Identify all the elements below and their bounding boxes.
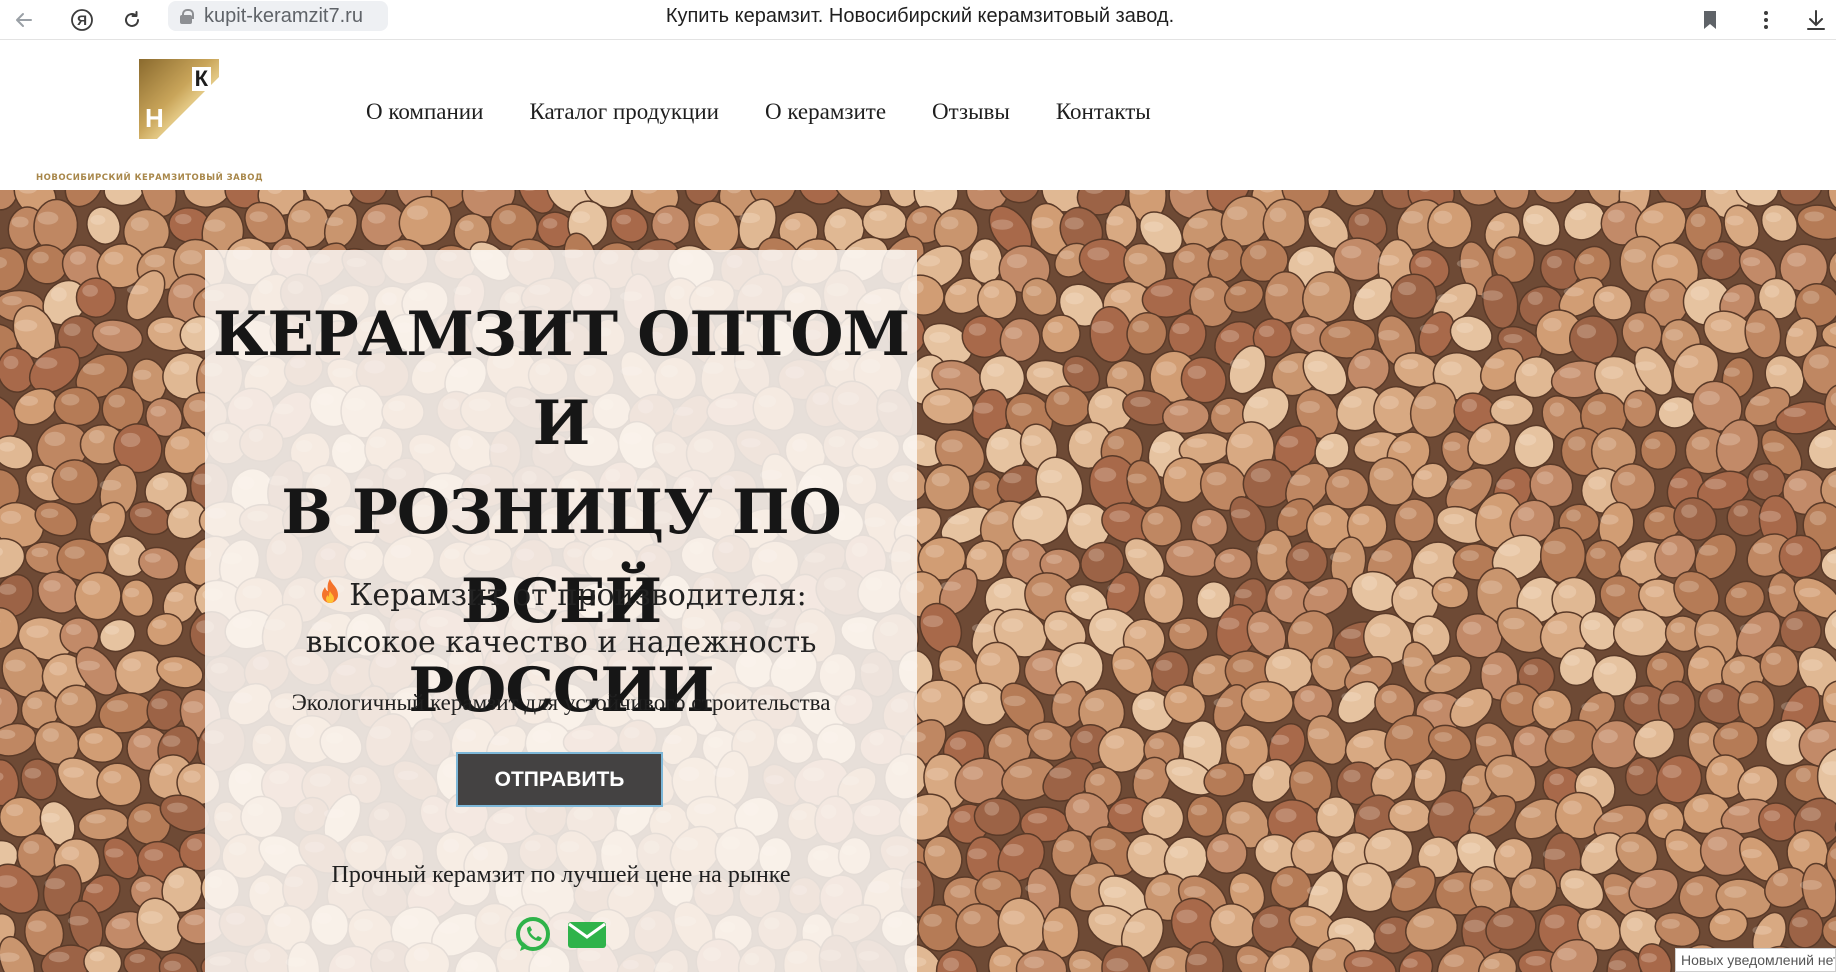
lock-icon <box>180 9 194 24</box>
hero-price-text: Прочный керамзит по лучшей цене на рынке <box>331 862 791 888</box>
yandex-icon[interactable]: Я <box>66 4 98 36</box>
hero-subtitle: Керамзит от производителя: высокое качес… <box>205 572 917 666</box>
main-nav: О компании Каталог продукции О керамзите… <box>366 99 1151 125</box>
svg-text:Я: Я <box>77 12 87 28</box>
browser-toolbar: Я kupit-keramzit7.ru Купить керамзит. Но… <box>0 0 1836 40</box>
email-icon[interactable] <box>566 914 608 956</box>
contact-icons <box>512 914 608 956</box>
hero-subtitle-line: Керамзит от производителя: <box>349 578 807 613</box>
address-bar[interactable]: kupit-keramzit7.ru <box>168 1 388 31</box>
fire-icon <box>322 579 339 603</box>
logo-letter-k: К <box>191 67 211 91</box>
send-button[interactable]: ОТПРАВИТЬ <box>456 752 663 807</box>
bookmark-icon[interactable] <box>1694 4 1726 36</box>
back-arrow-icon[interactable] <box>8 4 40 36</box>
page-title-tab: Купить керамзит. Новосибирский керамзито… <box>665 5 1175 27</box>
nav-item-about-keramzit[interactable]: О керамзите <box>765 99 886 125</box>
nav-item-reviews[interactable]: Отзывы <box>932 99 1010 125</box>
hero-subtitle-line: высокое качество и надежность <box>305 625 817 660</box>
whatsapp-icon[interactable] <box>512 914 554 956</box>
hero-title: КЕРАМЗИТ ОПТОМ И В РОЗНИЦУ ПО ВСЕЙ РОССИ… <box>205 290 917 735</box>
nav-item-contacts[interactable]: Контакты <box>1056 99 1151 125</box>
logo-letter-n: Н <box>145 103 164 133</box>
logo-caption: НОВОСИБИРСКИЙ КЕРАМЗИТОВЫЙ ЗАВОД <box>36 173 264 183</box>
url-text[interactable]: kupit-keramzit7.ru <box>204 5 363 28</box>
nav-item-catalog[interactable]: Каталог продукции <box>529 99 719 125</box>
notification-toast[interactable]: Новых уведомлений нет <box>1675 948 1836 972</box>
download-icon[interactable] <box>1800 4 1832 36</box>
site-header: К Н НОВОСИБИРСКИЙ КЕРАМЗИТОВЫЙ ЗАВОД О к… <box>0 41 1836 190</box>
hero-section: КЕРАМЗИТ ОПТОМ И В РОЗНИЦУ ПО ВСЕЙ РОССИ… <box>0 190 1836 972</box>
reload-icon[interactable] <box>116 4 148 36</box>
logo-mark: К Н <box>139 59 219 139</box>
company-logo[interactable]: К Н НОВОСИБИРСКИЙ КЕРАМЗИТОВЫЙ ЗАВОД <box>36 59 316 183</box>
nav-item-about[interactable]: О компании <box>366 99 483 125</box>
more-vertical-icon[interactable] <box>1750 4 1782 36</box>
hero-panel: КЕРАМЗИТ ОПТОМ И В РОЗНИЦУ ПО ВСЕЙ РОССИ… <box>205 250 917 972</box>
hero-eco-text: Экологичный керамзит для устойчивого стр… <box>291 690 831 715</box>
hero-title-line: КЕРАМЗИТ ОПТОМ И <box>212 299 910 459</box>
